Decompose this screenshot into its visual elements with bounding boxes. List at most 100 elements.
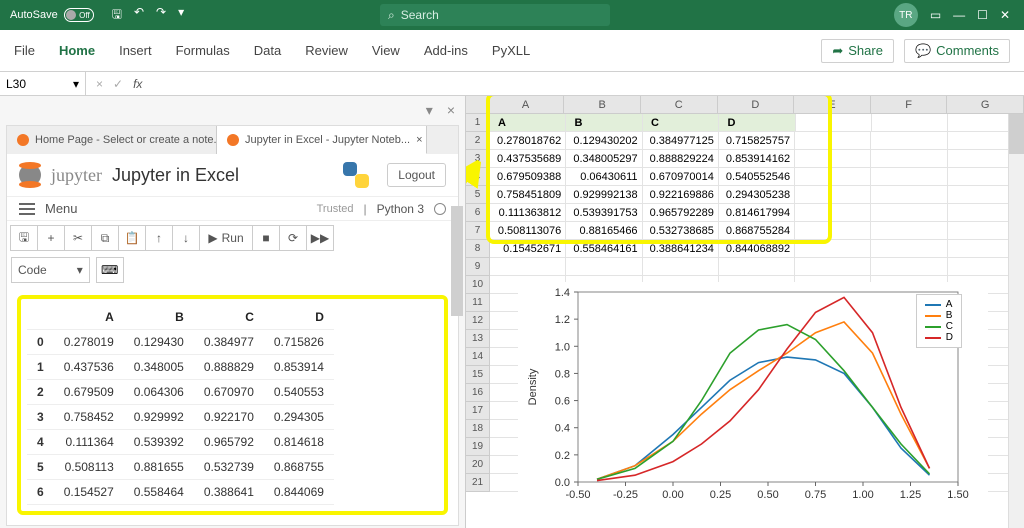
row-header[interactable]: 17 — [466, 402, 490, 420]
sheet-cell[interactable]: 0.129430202 — [566, 132, 642, 150]
select-all-corner[interactable] — [466, 96, 488, 114]
sheet-header-cell[interactable]: A — [490, 114, 566, 132]
sheet-cell[interactable]: 0.384977125 — [643, 132, 719, 150]
row-header[interactable]: 6 — [466, 204, 490, 222]
row-header[interactable]: 14 — [466, 348, 490, 366]
tab-home[interactable]: Home — [59, 43, 95, 58]
sheet-cell[interactable]: 0.853914162 — [719, 150, 795, 168]
keyboard-shortcuts-button[interactable]: ⌨ — [96, 257, 124, 283]
sheet-cell[interactable]: 0.888829224 — [643, 150, 719, 168]
row-header[interactable]: 9 — [466, 258, 490, 276]
sheet-cell[interactable]: 0.508113076 — [490, 222, 566, 240]
row-header[interactable]: 19 — [466, 438, 490, 456]
sheet-cell[interactable]: 0.111363812 — [490, 204, 566, 222]
sheet-cell[interactable]: 0.06430611 — [566, 168, 642, 186]
sheet-cell[interactable]: 0.814617994 — [719, 204, 795, 222]
row-header[interactable]: 15 — [466, 366, 490, 384]
sheet-cell[interactable]: 0.388641234 — [643, 240, 719, 258]
tab-pyxll[interactable]: PyXLL — [492, 43, 530, 58]
qa-dropdown-icon[interactable]: ▾ — [178, 5, 184, 26]
pane-tab-notebook[interactable]: Jupyter in Excel - Jupyter Noteb... × — [217, 126, 427, 154]
row-header[interactable]: 20 — [466, 456, 490, 474]
tab-view[interactable]: View — [372, 43, 400, 58]
logout-button[interactable]: Logout — [387, 163, 446, 187]
tab-file[interactable]: File — [14, 43, 35, 58]
sheet-cell[interactable]: 0.922169886 — [643, 186, 719, 204]
kernel-name[interactable]: Python 3 — [377, 202, 424, 216]
avatar[interactable]: TR — [894, 3, 918, 27]
nb-move-up-button[interactable]: ↑ — [145, 225, 173, 251]
nb-paste-button[interactable]: 📋 — [118, 225, 146, 251]
hamburger-icon[interactable] — [19, 203, 35, 215]
formula-input[interactable] — [152, 72, 1024, 95]
tab-formulas[interactable]: Formulas — [176, 43, 230, 58]
menu-label[interactable]: Menu — [45, 201, 78, 216]
row-header[interactable]: 16 — [466, 384, 490, 402]
sheet-cell[interactable]: 0.540552546 — [719, 168, 795, 186]
col-header[interactable]: C — [641, 96, 718, 114]
sheet-cell[interactable]: 0.670970014 — [643, 168, 719, 186]
sheet-cell[interactable]: 0.844068892 — [719, 240, 795, 258]
autosave-toggle[interactable]: AutoSave Off — [0, 8, 104, 22]
nb-copy-button[interactable]: ⧉ — [91, 225, 119, 251]
nb-add-cell-button[interactable]: + — [37, 225, 65, 251]
row-header[interactable]: 13 — [466, 330, 490, 348]
trusted-badge[interactable]: Trusted — [317, 203, 354, 215]
pane-scrollbar[interactable] — [451, 156, 463, 522]
cell-type-select[interactable]: Code▾ — [11, 257, 90, 283]
undo-icon[interactable]: ↶ — [134, 5, 144, 26]
sheet-cell[interactable]: 0.294305238 — [719, 186, 795, 204]
tab-data[interactable]: Data — [254, 43, 281, 58]
sheet-cell[interactable]: 0.868755284 — [719, 222, 795, 240]
sheet-cell[interactable]: 0.15452671 — [490, 240, 566, 258]
sheet-cell[interactable]: 0.539391753 — [566, 204, 642, 222]
sheet-cell[interactable]: 0.929992138 — [566, 186, 642, 204]
tab-close-icon[interactable]: × — [416, 134, 422, 146]
search-box[interactable]: ⌕ Search — [380, 4, 610, 26]
pane-close-icon[interactable]: × — [447, 102, 455, 119]
sheet-cell[interactable]: 0.437535689 — [490, 150, 566, 168]
nb-stop-button[interactable]: ■ — [252, 225, 280, 251]
nb-save-button[interactable]: 🖫 — [10, 225, 38, 251]
maximize-icon[interactable]: ☐ — [977, 8, 988, 22]
row-header[interactable]: 5 — [466, 186, 490, 204]
nb-cut-button[interactable]: ✂ — [64, 225, 92, 251]
row-header[interactable]: 18 — [466, 420, 490, 438]
row-header[interactable]: 12 — [466, 312, 490, 330]
comments-button[interactable]: 💬Comments — [904, 39, 1010, 63]
row-header[interactable]: 3 — [466, 150, 490, 168]
row-header[interactable]: 21 — [466, 474, 490, 492]
sheet-cell[interactable]: 0.532738685 — [643, 222, 719, 240]
pane-dropdown-icon[interactable]: ▾ — [426, 102, 433, 119]
nb-move-down-button[interactable]: ↓ — [172, 225, 200, 251]
row-header[interactable]: 7 — [466, 222, 490, 240]
tab-addins[interactable]: Add-ins — [424, 43, 468, 58]
row-header[interactable]: 2 — [466, 132, 490, 150]
col-header[interactable]: B — [564, 96, 641, 114]
ribbon-mode-icon[interactable]: ▭ — [930, 8, 941, 22]
col-header[interactable]: A — [488, 96, 565, 114]
confirm-icon[interactable]: ✓ — [113, 77, 123, 91]
sheet-cell[interactable]: 0.965792289 — [643, 204, 719, 222]
sheet-cell[interactable]: 0.715825757 — [719, 132, 795, 150]
row-header[interactable]: 8 — [466, 240, 490, 258]
col-header[interactable]: D — [718, 96, 795, 114]
tab-review[interactable]: Review — [305, 43, 348, 58]
sheet-cell[interactable]: 0.88165466 — [566, 222, 642, 240]
close-icon[interactable]: ✕ — [1000, 8, 1010, 22]
density-chart[interactable]: 0.00.20.40.60.81.01.21.4-0.50-0.250.000.… — [518, 282, 988, 514]
save-icon[interactable]: 🖫 — [112, 5, 122, 26]
col-header[interactable]: E — [794, 96, 871, 114]
nb-run-button[interactable]: ▶Run — [199, 225, 253, 251]
sheet-header-cell[interactable]: B — [566, 114, 642, 132]
worksheet[interactable]: A B C D E F G 12345678910111213141516171… — [466, 96, 1024, 528]
sheet-cell[interactable]: 0.278018762 — [490, 132, 566, 150]
sheet-cell[interactable]: 0.558464161 — [566, 240, 642, 258]
row-header[interactable]: 10 — [466, 276, 490, 294]
cancel-icon[interactable]: × — [96, 77, 103, 91]
row-header[interactable]: 1 — [466, 114, 490, 132]
sheet-cell[interactable]: 0.679509388 — [490, 168, 566, 186]
minimize-icon[interactable]: — — [953, 8, 965, 22]
vertical-scrollbar[interactable] — [1008, 114, 1024, 528]
col-header[interactable]: F — [871, 96, 948, 114]
